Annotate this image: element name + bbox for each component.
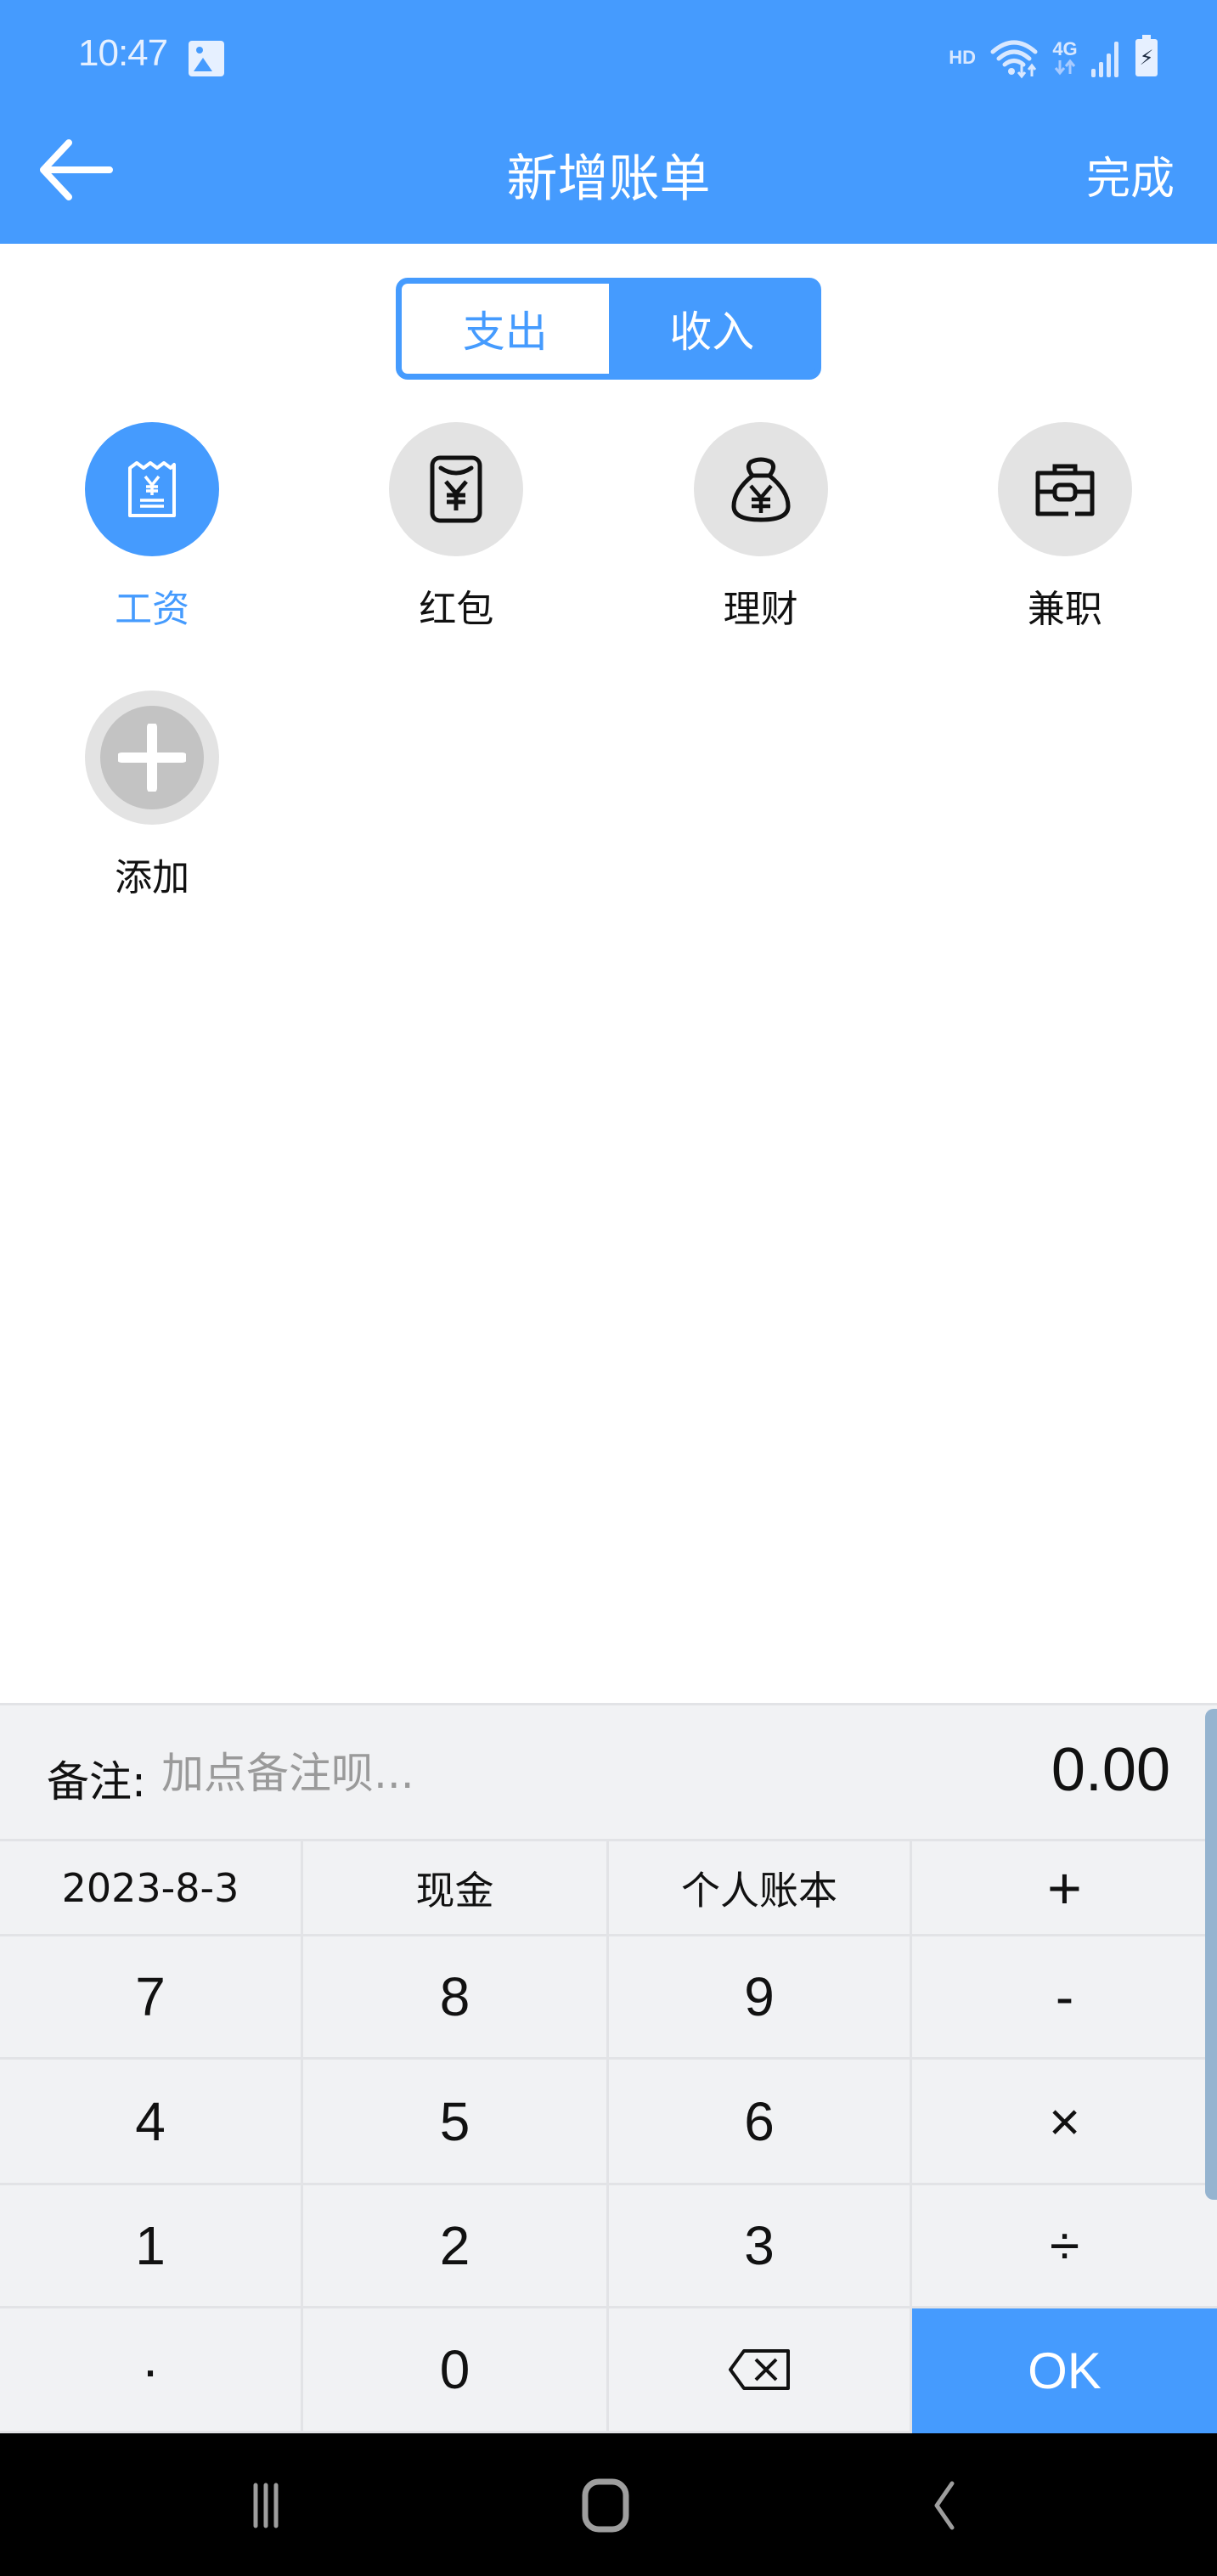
money-bag-icon [731, 457, 791, 522]
key-6[interactable]: 6 [609, 2060, 912, 2185]
done-button[interactable]: 完成 [1086, 143, 1175, 206]
ok-button[interactable]: OK [912, 2308, 1217, 2433]
plus-icon [118, 724, 187, 792]
add-category-button[interactable]: 添加 [0, 691, 304, 918]
wifi-icon [990, 40, 1038, 79]
category-label: 兼职 [1027, 588, 1102, 631]
gallery-notification-icon [189, 41, 224, 76]
backspace-icon [729, 2349, 790, 2390]
key-minus[interactable]: - [912, 1936, 1217, 2060]
date-picker-button[interactable]: 2023-8-3 [0, 1841, 303, 1936]
category-label: 工资 [115, 588, 190, 631]
key-3[interactable]: 3 [609, 2185, 912, 2308]
data-arrows-icon [1054, 59, 1076, 76]
key-0[interactable]: 0 [303, 2308, 609, 2433]
category-icon-circle [693, 422, 828, 556]
signal-icon [1091, 42, 1118, 77]
system-back-icon [934, 2481, 955, 2530]
add-icon-inner [100, 706, 205, 809]
note-input[interactable] [161, 1739, 756, 1807]
hd-voice-icon: HD [949, 47, 976, 68]
key-dot[interactable]: · [0, 2308, 303, 2433]
status-icons: HD 4G ⚡ [949, 34, 1158, 82]
bill-type-toggle: 支出 收入 [396, 278, 821, 380]
network-type-label: 4G [1052, 38, 1078, 59]
backspace-button[interactable] [609, 2308, 912, 2433]
key-4[interactable]: 4 [0, 2060, 303, 2185]
category-label: 理财 [723, 588, 798, 631]
system-back-button[interactable] [893, 2467, 994, 2544]
recent-apps-button[interactable] [215, 2467, 317, 2544]
category-icon-circle [997, 422, 1132, 556]
category-red-envelope[interactable]: 红包 [304, 422, 608, 650]
key-7[interactable]: 7 [0, 1936, 303, 2060]
note-bar: 备注: 0.00 [0, 1703, 1217, 1841]
home-icon [582, 2478, 629, 2533]
key-plus[interactable]: + [912, 1841, 1217, 1936]
tab-income[interactable]: 收入 [608, 284, 815, 374]
red-envelope-icon [430, 455, 482, 523]
salary-receipt-icon [128, 461, 177, 517]
system-nav-bar [0, 2433, 1217, 2576]
page-title: 新增账单 [506, 149, 711, 209]
book-picker-button[interactable]: 个人账本 [609, 1841, 912, 1936]
key-2[interactable]: 2 [303, 2185, 609, 2308]
category-label: 添加 [115, 856, 190, 899]
back-button[interactable] [34, 136, 119, 204]
key-multiply[interactable]: × [912, 2060, 1217, 2185]
category-label: 红包 [419, 588, 494, 631]
mobile-data-icon: 4G [1052, 40, 1078, 76]
category-investment[interactable]: 理财 [609, 422, 913, 650]
tab-expense[interactable]: 支出 [402, 284, 609, 374]
key-1[interactable]: 1 [0, 2185, 303, 2308]
key-divide[interactable]: ÷ [912, 2185, 1217, 2308]
category-icon-circle [389, 422, 524, 556]
recent-apps-icon [253, 2483, 279, 2528]
category-salary[interactable]: 工资 [0, 422, 304, 650]
status-time: 10:47 [78, 32, 168, 74]
app-header: 10:47 HD 4G ⚡ 新增账单 完成 [0, 0, 1217, 244]
account-picker-button[interactable]: 现金 [303, 1841, 609, 1936]
battery-charging-icon: ⚡ [1135, 35, 1158, 76]
category-part-time[interactable]: 兼职 [913, 422, 1217, 650]
note-label: 备注: [47, 1757, 146, 1807]
home-button[interactable] [555, 2467, 656, 2544]
category-icon-circle [85, 422, 220, 556]
key-9[interactable]: 9 [609, 1936, 912, 2060]
amount-display: 0.00 [1051, 1736, 1170, 1804]
briefcase-icon [1035, 464, 1095, 516]
category-grid: 工资 红包 理财 兼职 添加 [0, 422, 1217, 918]
scrollbar[interactable] [1205, 1709, 1217, 2200]
key-5[interactable]: 5 [303, 2060, 609, 2185]
back-arrow-icon [40, 139, 113, 200]
add-icon-circle [85, 691, 220, 825]
calculator-keypad: 2023-8-3 现金 个人账本 + 7 8 9 - 4 5 6 × 1 2 3… [0, 1841, 1217, 2433]
key-8[interactable]: 8 [303, 1936, 609, 2060]
